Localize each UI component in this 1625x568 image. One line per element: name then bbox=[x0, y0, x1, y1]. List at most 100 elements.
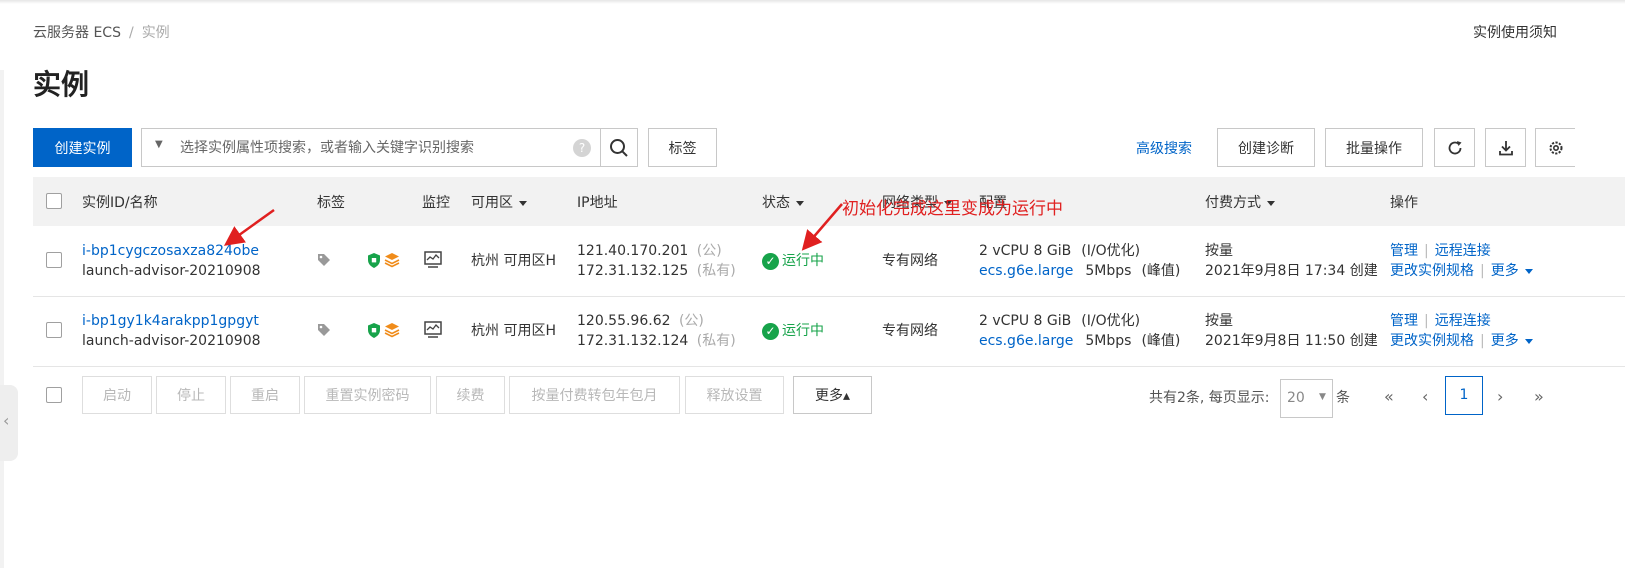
status-badge: ✓ 运行中 bbox=[762, 251, 824, 271]
status-text: 运行中 bbox=[782, 323, 824, 339]
manage-link[interactable]: 管理 bbox=[1390, 243, 1418, 259]
column-zone[interactable]: 可用区 bbox=[471, 192, 527, 212]
column-tags: 标签 bbox=[317, 195, 345, 211]
tag-icon[interactable] bbox=[317, 323, 331, 337]
batch-operations-button[interactable]: 批量操作 bbox=[1325, 128, 1423, 167]
advanced-search-link[interactable]: 高级搜索 bbox=[1136, 138, 1192, 158]
row-checkbox[interactable] bbox=[46, 252, 62, 268]
row-divider bbox=[33, 366, 1625, 367]
private-ip-value: 172.31.132.125 bbox=[577, 263, 689, 279]
chevron-down-icon: ▼ bbox=[1319, 392, 1326, 402]
billing-type: 按量 bbox=[1205, 313, 1233, 329]
create-diagnosis-button[interactable]: 创建诊断 bbox=[1217, 128, 1315, 167]
change-spec-link[interactable]: 更改实例规格 bbox=[1390, 333, 1474, 349]
instance-spec-link[interactable]: ecs.g6e.large bbox=[979, 333, 1073, 349]
public-ip-tag: (公) bbox=[696, 243, 722, 259]
footer-select-all-checkbox[interactable] bbox=[46, 387, 62, 403]
caret-down-icon bbox=[1524, 338, 1533, 344]
download-icon bbox=[1498, 140, 1513, 155]
settings-button[interactable] bbox=[1535, 128, 1575, 167]
change-spec-link[interactable]: 更改实例规格 bbox=[1390, 263, 1474, 279]
left-edge bbox=[0, 70, 4, 568]
column-zone-label: 可用区 bbox=[471, 195, 513, 211]
restart-button[interactable]: 重启 bbox=[230, 376, 300, 414]
page-title: 实例 bbox=[33, 68, 90, 101]
public-ip-value: 120.55.96.62 bbox=[577, 313, 671, 329]
config-cpu-mem: 2 vCPU 8 GiB (I/O优化) bbox=[979, 311, 1140, 331]
io-optimized: (I/O优化) bbox=[1081, 313, 1141, 329]
help-icon[interactable]: ? bbox=[573, 139, 591, 157]
row-actions-line1: 管理 | 远程连接 bbox=[1390, 311, 1491, 331]
reset-password-button[interactable]: 重置实例密码 bbox=[304, 376, 431, 414]
layers-icon[interactable] bbox=[384, 252, 400, 268]
instance-name: launch-advisor-20210908 bbox=[82, 263, 261, 279]
refresh-button[interactable] bbox=[1434, 128, 1475, 167]
public-ip: 120.55.96.62 (公) bbox=[577, 311, 704, 331]
remote-connect-link[interactable]: 远程连接 bbox=[1435, 243, 1491, 259]
more-actions-link[interactable]: 更多 bbox=[1491, 263, 1533, 279]
gear-icon bbox=[1549, 141, 1562, 154]
security-shield-icon[interactable] bbox=[367, 253, 381, 268]
instance-spec-link[interactable]: ecs.g6e.large bbox=[979, 263, 1073, 279]
download-button[interactable] bbox=[1485, 128, 1526, 167]
page-size-unit: 条 bbox=[1336, 390, 1350, 406]
more-button[interactable]: 更多▴ bbox=[793, 376, 872, 414]
last-page-button[interactable]: » bbox=[1534, 387, 1544, 406]
row-checkbox[interactable] bbox=[46, 322, 62, 338]
monitor-chart-icon[interactable] bbox=[424, 251, 442, 268]
column-billing[interactable]: 付费方式 bbox=[1205, 192, 1275, 212]
sidebar-collapse-handle[interactable]: ‹ bbox=[0, 385, 18, 461]
select-all-checkbox[interactable] bbox=[46, 193, 62, 209]
search-input[interactable] bbox=[178, 135, 562, 161]
more-label: 更多 bbox=[1490, 333, 1519, 349]
page-current[interactable]: 1 bbox=[1445, 376, 1483, 415]
divider: | bbox=[1424, 243, 1429, 259]
column-id-name: 实例ID/名称 bbox=[82, 195, 158, 211]
created-time: 2021年9月8日 11:50 创建 bbox=[1205, 333, 1378, 349]
row-actions-line2: 更改实例规格 | 更多 bbox=[1390, 331, 1533, 351]
layers-icon[interactable] bbox=[384, 322, 400, 338]
column-status-label: 状态 bbox=[762, 195, 790, 211]
start-button[interactable]: 启动 bbox=[82, 376, 152, 414]
private-ip-value: 172.31.132.124 bbox=[577, 333, 689, 349]
divider: | bbox=[1424, 313, 1429, 329]
caret-down-icon bbox=[796, 200, 804, 206]
manage-link[interactable]: 管理 bbox=[1390, 313, 1418, 329]
renew-button[interactable]: 续费 bbox=[436, 376, 505, 414]
search-button[interactable] bbox=[600, 128, 638, 167]
breadcrumb-root[interactable]: 云服务器 ECS bbox=[33, 25, 121, 41]
monitor-chart-icon[interactable] bbox=[424, 321, 442, 338]
public-ip-value: 121.40.170.201 bbox=[577, 243, 689, 259]
search-box[interactable]: ▼ ? bbox=[141, 128, 602, 167]
create-instance-button[interactable]: 创建实例 bbox=[33, 128, 132, 167]
breadcrumb-separator: / bbox=[128, 25, 134, 41]
check-circle-icon: ✓ bbox=[762, 252, 779, 270]
io-optimized: (I/O优化) bbox=[1081, 243, 1141, 259]
instance-id-link[interactable]: i-bp1cygczosaxza824obe bbox=[82, 241, 259, 261]
instance-id-link[interactable]: i-bp1gy1k4arakpp1gpgyt bbox=[82, 311, 259, 331]
tag-icon[interactable] bbox=[317, 253, 331, 267]
instance-usage-notice-link[interactable]: 实例使用须知 bbox=[1473, 22, 1557, 42]
first-page-button[interactable]: « bbox=[1384, 387, 1394, 406]
instance-name: launch-advisor-20210908 bbox=[82, 333, 261, 349]
network-type: 专有网络 bbox=[882, 253, 938, 269]
breadcrumb: 云服务器 ECS / 实例 bbox=[33, 22, 170, 42]
chevron-down-icon[interactable]: ▼ bbox=[155, 139, 163, 150]
tags-button[interactable]: 标签 bbox=[648, 128, 717, 167]
prev-page-button[interactable]: ‹ bbox=[1422, 387, 1428, 406]
top-shadow bbox=[0, 0, 1625, 4]
network-type: 专有网络 bbox=[882, 323, 938, 339]
release-settings-button[interactable]: 释放设置 bbox=[685, 376, 784, 414]
private-ip-tag: (私有) bbox=[696, 263, 736, 279]
remote-connect-link[interactable]: 远程连接 bbox=[1435, 313, 1491, 329]
convert-billing-button[interactable]: 按量付费转包年包月 bbox=[509, 376, 680, 414]
column-status[interactable]: 状态 bbox=[762, 192, 804, 212]
private-ip: 172.31.132.125 (私有) bbox=[577, 261, 736, 281]
stop-button[interactable]: 停止 bbox=[156, 376, 226, 414]
more-actions-link[interactable]: 更多 bbox=[1491, 333, 1533, 349]
check-circle-icon: ✓ bbox=[762, 322, 779, 340]
page-size-select[interactable]: 20 ▼ bbox=[1280, 379, 1333, 418]
next-page-button[interactable]: › bbox=[1497, 387, 1503, 406]
security-shield-icon[interactable] bbox=[367, 323, 381, 338]
config-spec: ecs.g6e.large 5Mbps (峰值) bbox=[979, 331, 1180, 351]
